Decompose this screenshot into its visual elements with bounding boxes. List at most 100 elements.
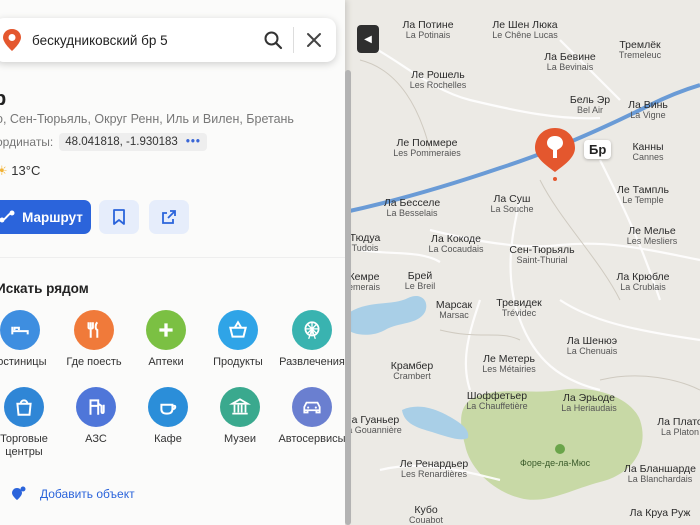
place-name-fr: Les Rochelles <box>409 80 467 91</box>
coffee-icon <box>148 387 188 427</box>
side-panel: бескудниковский бр 5 р о, Сен-Тюрьяль, О… <box>0 0 346 525</box>
lake <box>402 406 469 440</box>
nearby-category[interactable]: гостиницы <box>0 310 57 369</box>
route-icon <box>0 210 15 223</box>
nearby-category[interactable]: Развлечения <box>275 310 349 369</box>
coordinates-row: ординаты: 48.041818, -1.930183 ••• <box>0 133 207 151</box>
place-name-fr: Les Mesliers <box>626 236 678 247</box>
place-name-fr: La Chenuais <box>566 346 618 357</box>
map-place-label[interactable]: Ла Кокоде La Cocaudais <box>428 233 484 255</box>
map-place-label[interactable]: Ле Шен Люка Le Chêne Lucas <box>492 19 558 41</box>
map-place-label[interactable]: Ле Рошель Les Rochelles <box>409 69 467 91</box>
map-place-label[interactable]: Тремлёк Tremeleuc <box>618 39 662 61</box>
more-icon[interactable]: ••• <box>186 136 201 148</box>
nearby-category[interactable]: Где поесть <box>57 310 131 369</box>
place-name-fr: Les Pommeraies <box>393 148 461 159</box>
nearby-category-label: АЗС <box>85 433 107 445</box>
map-place-label[interactable]: Кемре emerais <box>348 271 380 292</box>
place-name-fr: La Blanchardais <box>627 474 693 485</box>
weather: ☀ 13°C <box>0 163 40 179</box>
nearby-category[interactable]: Музеи <box>203 387 277 446</box>
map-place-label[interactable]: Тюдуа Tudois <box>350 232 381 253</box>
bookmark-icon <box>113 209 125 225</box>
car-icon <box>292 387 332 427</box>
map-place-label[interactable]: Ле Поммере Les Pommeraies <box>393 137 461 159</box>
search-input[interactable]: бескудниковский бр 5 <box>26 33 259 48</box>
place-name-fr: Saint-Thurial <box>516 255 568 266</box>
add-object-button[interactable]: Добавить объект <box>10 486 135 502</box>
map-place-label[interactable]: Ле Ренардьер Les Renardières <box>400 458 469 479</box>
collapse-panel-button[interactable]: ◀ <box>357 25 379 53</box>
place-address: о, Сен-Тюрьяль, Округ Ренн, Иль и Вилен,… <box>0 112 294 126</box>
bookmark-button[interactable] <box>99 200 139 234</box>
park-label: Форе-де-ла-Мюс <box>520 458 591 468</box>
map-place-label[interactable]: Ла Бланшарде La Blanchardais <box>624 463 696 485</box>
map-place-label[interactable]: Бель Эр Bel Air <box>570 94 610 115</box>
chevron-left-icon: ◀ <box>364 33 372 45</box>
nearby-category-label: Где поесть <box>66 356 122 368</box>
map-place-label[interactable]: Ла Гуаньер La Gouannière <box>342 414 402 435</box>
museum-icon <box>220 387 260 427</box>
nearby-category-label: Музеи <box>224 433 256 445</box>
plus-icon <box>146 310 186 350</box>
scrollbar[interactable] <box>345 70 351 525</box>
map-place-label[interactable]: Ле Тампль Le Temple <box>617 184 669 205</box>
map-place-label[interactable]: Ла Бесселе La Besselais <box>384 197 440 219</box>
place-name-fr: La Cocaudais <box>428 244 484 255</box>
nearby-category-label: гостиницы <box>0 356 47 368</box>
nearby-category-label: Кафе <box>154 433 182 445</box>
route-button[interactable]: Маршрут <box>0 200 91 234</box>
place-name-fr: Tremeleuc <box>618 50 662 61</box>
nearby-category[interactable]: Автосервисы <box>275 387 349 446</box>
map-place-label[interactable]: Ла Круа Руж <box>630 507 691 519</box>
nearby-category-label: Развлечения <box>279 356 345 368</box>
location-pin-icon[interactable] <box>533 126 577 182</box>
map-place-label[interactable]: Крамбер Crambert <box>391 360 433 381</box>
red-pin-icon <box>3 29 21 51</box>
map-place-label[interactable]: Канны Cannes <box>632 141 664 163</box>
search-button[interactable] <box>259 26 287 54</box>
map-place-label[interactable]: Ла Крюбле La Crublais <box>617 271 670 292</box>
map-place-label[interactable]: Ла Винь La Vigne <box>628 99 668 120</box>
map-place-label[interactable]: Марсак Marsac <box>436 299 472 321</box>
nearby-category-label: Торговые центры <box>0 433 48 459</box>
ferris-wheel-icon <box>292 310 332 350</box>
clear-search-button[interactable] <box>300 26 328 54</box>
map-place-label[interactable]: Ла Суш La Souche <box>490 193 533 214</box>
fork-knife-icon <box>74 310 114 350</box>
place-name-fr: Le Chêne Lucas <box>492 30 558 41</box>
coordinates-value[interactable]: 48.041818, -1.930183 ••• <box>59 133 207 151</box>
nearby-category[interactable]: Кафе <box>131 387 205 446</box>
map-place-label[interactable]: Тревидек Trévidec <box>496 297 542 319</box>
nearby-category[interactable]: Аптеки <box>129 310 203 369</box>
map-place-label[interactable]: Сен-Тюрьяль Saint-Thurial <box>509 244 574 266</box>
search-bar[interactable]: бескудниковский бр 5 <box>0 18 336 62</box>
map-place-label[interactable]: Ла Бевине La Bevinais <box>544 51 595 73</box>
nearby-category[interactable]: АЗС <box>59 387 133 446</box>
nearby-category[interactable]: Торговые центры <box>0 387 61 459</box>
place-title: р <box>0 88 7 110</box>
close-icon <box>307 33 321 47</box>
map-place-label[interactable]: Ла Потине La Potinais <box>402 19 453 40</box>
nearby-category[interactable]: Продукты <box>201 310 275 369</box>
place-name-fr: Marsac <box>439 310 469 321</box>
place-name-fr: Cannes <box>632 152 664 163</box>
basket-icon <box>218 310 258 350</box>
share-button[interactable] <box>149 200 189 234</box>
lake <box>345 295 427 335</box>
coordinates-label: ординаты: <box>0 135 54 149</box>
map-place-label[interactable]: Ла Шенюэ La Chenuais <box>566 335 618 357</box>
map-place-label[interactable]: Ле Метерь Les Métairies <box>482 353 536 374</box>
park-marker <box>555 444 565 454</box>
place-name-fr: Trévidec <box>501 308 537 319</box>
place-name-fr: La Bevinais <box>546 62 594 73</box>
map-place-label[interactable]: Ла Плато La Platon <box>657 416 700 437</box>
map-place-label[interactable]: Ле Мелье Les Mesliers <box>626 225 678 247</box>
sun-icon: ☀ <box>0 163 8 178</box>
search-icon <box>264 31 283 50</box>
map-place-label[interactable]: Брей Le Breil <box>405 270 436 291</box>
place-name-fr: La Besselais <box>386 208 438 219</box>
map-place-label[interactable]: Ла Эрьоде La Heriaudais <box>561 392 617 413</box>
map-place-label[interactable]: Шоффетьер La Chauffetière <box>466 390 527 411</box>
map-place-label[interactable]: Кубо Couabot <box>409 504 443 525</box>
